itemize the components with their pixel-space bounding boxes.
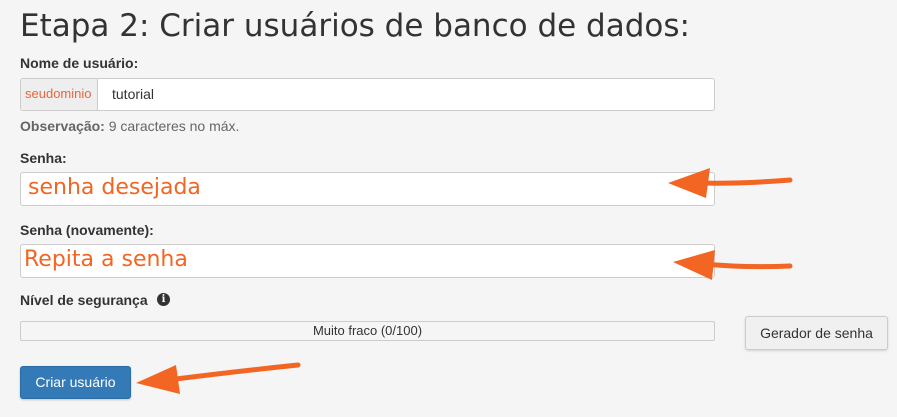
arrow-password-icon xyxy=(668,168,793,198)
annotation-arrows xyxy=(136,168,793,394)
arrow-password-again-icon xyxy=(673,250,793,280)
arrow-create-button-icon xyxy=(136,362,301,394)
